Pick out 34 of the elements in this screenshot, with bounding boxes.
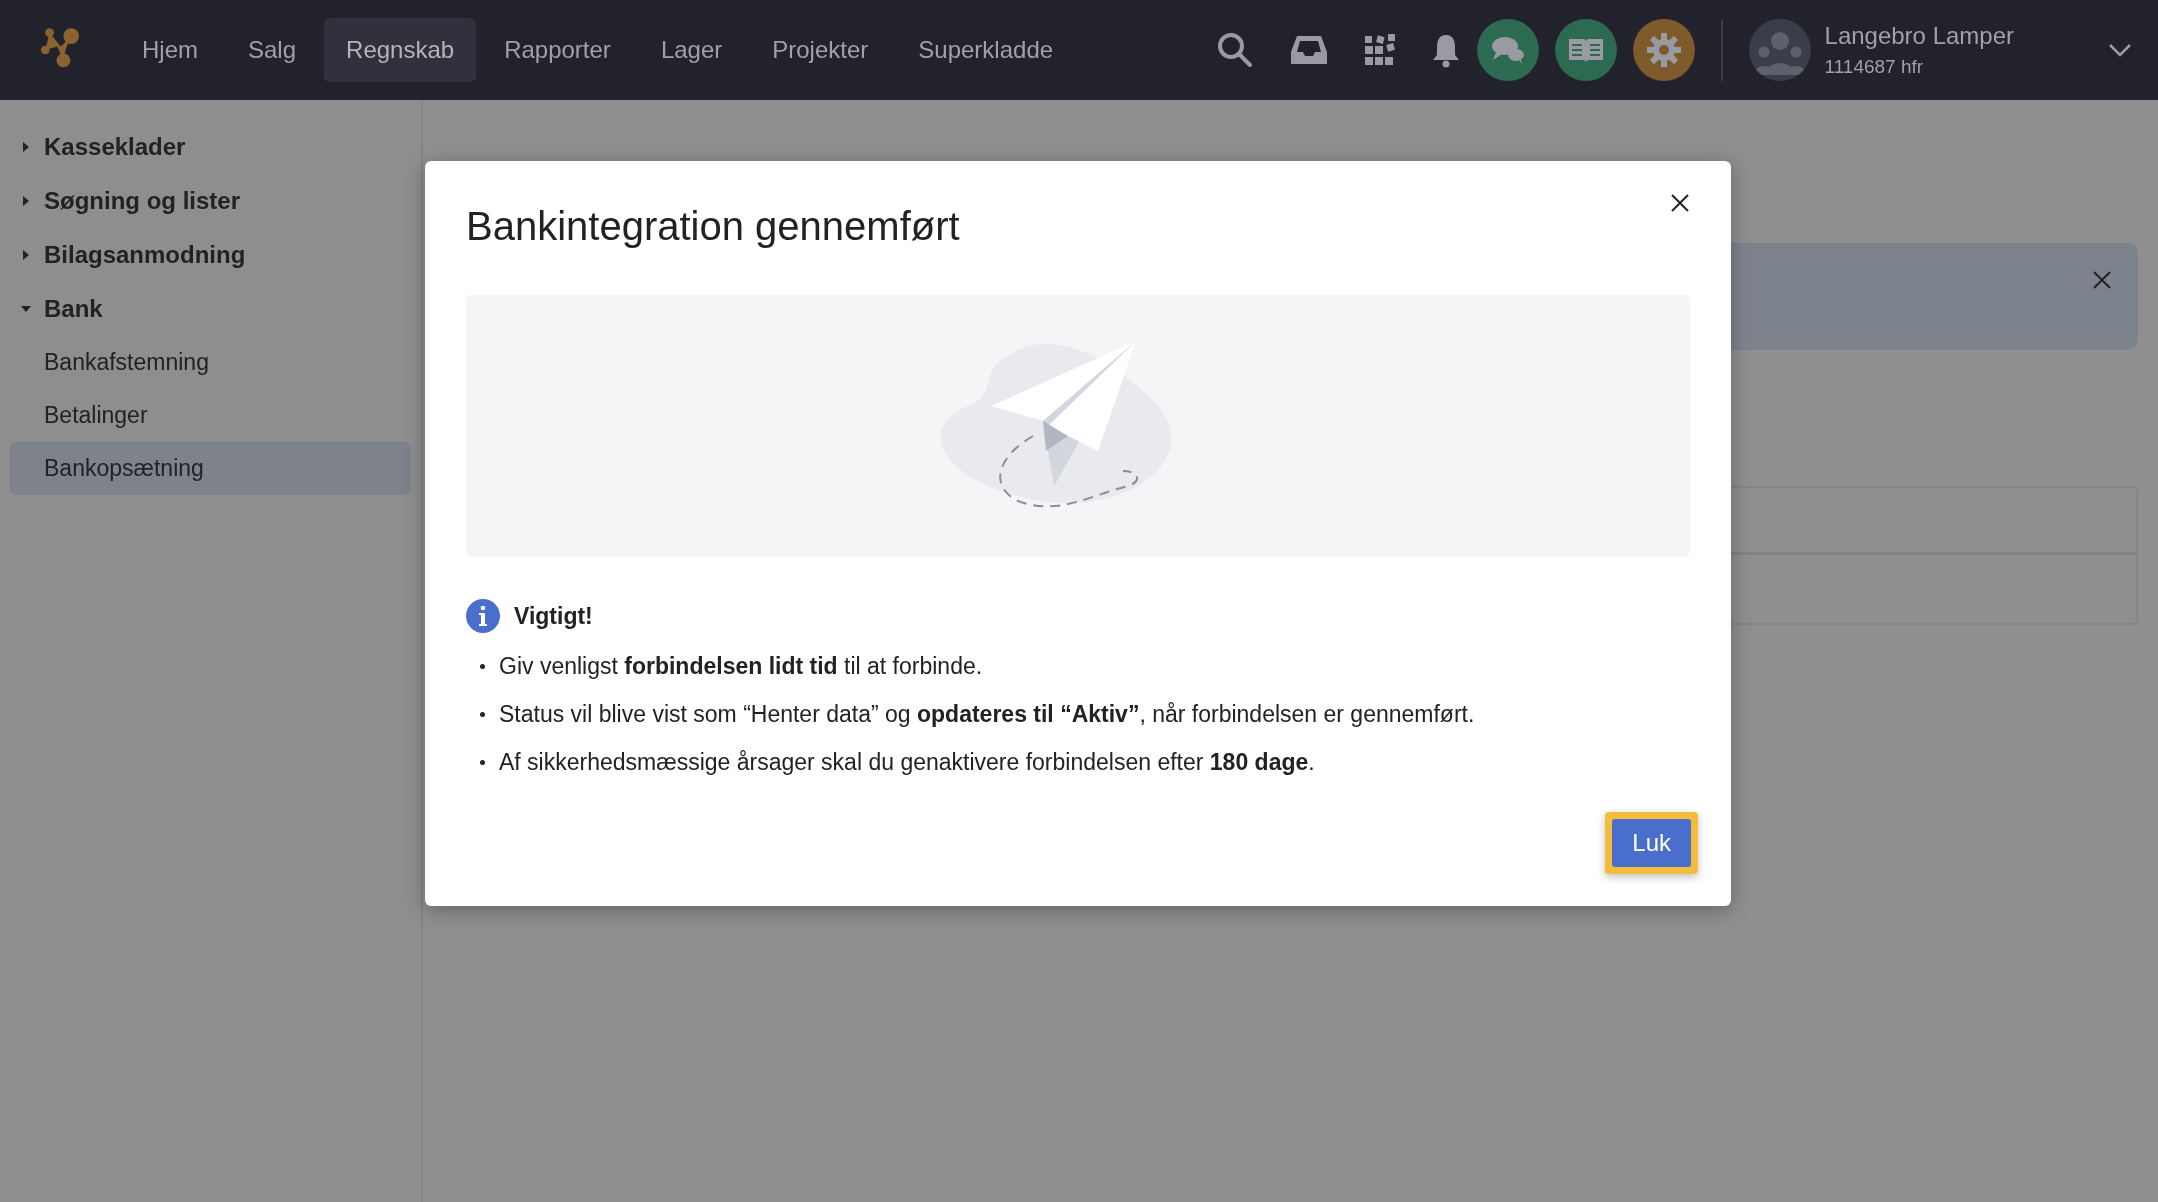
sidebar-group[interactable]: Kasseklader bbox=[10, 120, 411, 174]
account-number: 1114687 hfr bbox=[1824, 56, 1925, 78]
bell-icon[interactable] bbox=[1430, 32, 1461, 68]
grid-icon[interactable] bbox=[1362, 33, 1397, 67]
sidebar-item[interactable]: Bankafstemning bbox=[10, 336, 411, 389]
notice-text: Giv venligst forbindelsen lidt tid til at forbinde. bbox=[499, 653, 983, 680]
dialog-title: Bankintegration gennemført bbox=[466, 203, 960, 250]
nav-tab[interactable]: Regnskab bbox=[324, 18, 477, 82]
speech-bubbles-icon bbox=[1489, 35, 1526, 65]
inbox-icon[interactable] bbox=[1288, 34, 1329, 66]
nav-tab[interactable]: Projekter bbox=[750, 18, 891, 82]
sidebar-group[interactable]: Bank bbox=[10, 282, 411, 336]
nav-tab[interactable]: Hjem bbox=[120, 18, 220, 82]
bullet-dot bbox=[480, 712, 485, 717]
notice-heading: Vigtigt! bbox=[514, 602, 593, 630]
nav-tab[interactable]: Rapporter bbox=[482, 18, 633, 82]
company-name: Langebro Lamper bbox=[1824, 22, 2014, 50]
nav-tab[interactable]: Lager bbox=[638, 18, 745, 82]
bullet-dot bbox=[480, 664, 485, 669]
notice-text: Status vil blive vist som “Henter data” og opdateres til “Aktiv”, når forbindelsen er gennemført. bbox=[499, 701, 1475, 728]
bullet-dot bbox=[480, 760, 485, 765]
nav-tab[interactable]: Salg bbox=[226, 18, 319, 82]
sidebar-item[interactable]: Betalinger bbox=[10, 389, 411, 442]
chevron-down-icon[interactable] bbox=[2108, 43, 2132, 57]
notice-text: Af sikkerhedsmæssige årsager skal du genaktivere forbindelsen efter 180 dage. bbox=[499, 749, 1315, 776]
book-icon bbox=[1566, 36, 1605, 64]
sidebar-item[interactable]: Bankopsætning bbox=[10, 442, 411, 495]
sidebar-group[interactable]: Bilagsanmodning bbox=[10, 228, 411, 282]
close-icon[interactable] bbox=[1670, 193, 1690, 213]
sidebar-group[interactable]: Søgning og lister bbox=[10, 174, 411, 228]
nav-tab[interactable]: Superkladde bbox=[896, 18, 1076, 82]
settings-icon bbox=[1645, 32, 1682, 68]
info-icon bbox=[466, 599, 500, 633]
close-button[interactable]: Luk bbox=[1612, 819, 1691, 867]
